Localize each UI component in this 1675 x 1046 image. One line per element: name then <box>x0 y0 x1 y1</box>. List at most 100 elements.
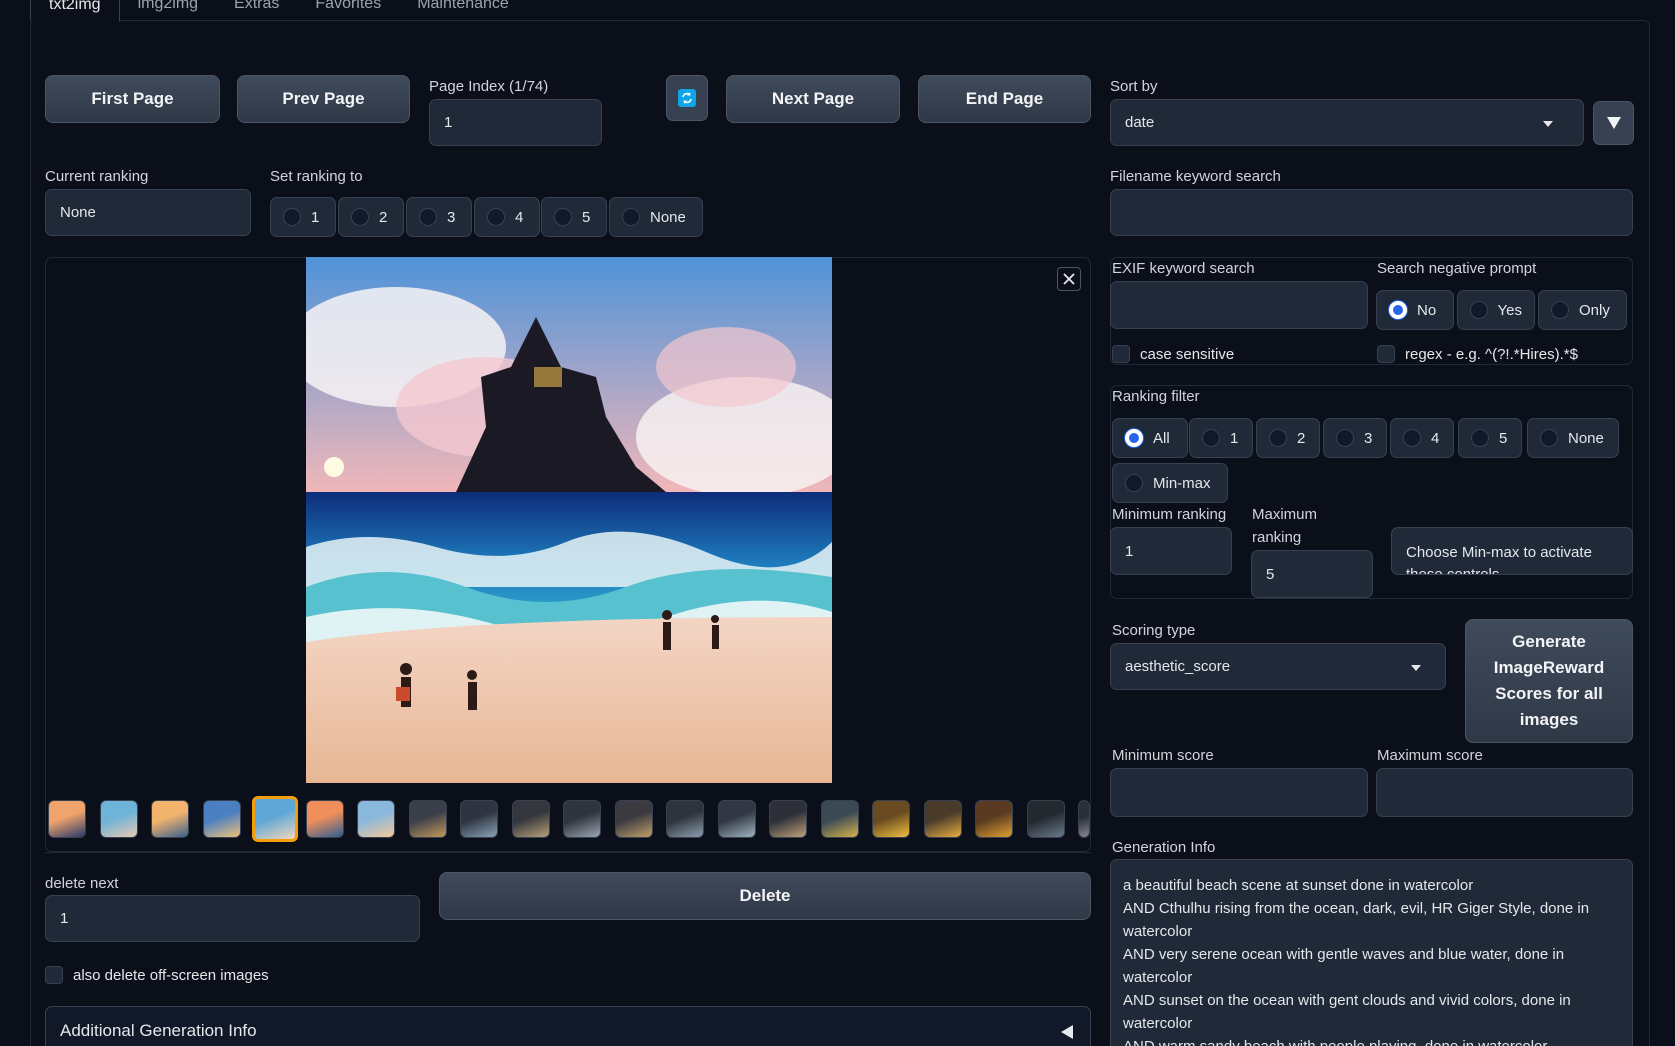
prev-page-button[interactable]: Prev Page <box>237 75 410 123</box>
gallery-thumbnail[interactable] <box>563 800 601 838</box>
tab-extras[interactable]: Extras <box>216 0 297 22</box>
gallery-thumbnail[interactable] <box>923 800 962 838</box>
min-ranking-label: Minimum ranking <box>1112 506 1227 523</box>
tab-bar: txt2img img2img Extras Favorites Mainten… <box>30 0 527 22</box>
ranking-filter-option[interactable]: Min-max <box>1112 463 1228 503</box>
delete-next-label: delete next <box>45 875 119 892</box>
end-page-button[interactable]: End Page <box>918 75 1091 123</box>
next-page-button[interactable]: Next Page <box>726 75 900 123</box>
generation-info-lines: a beautiful beach scene at sunset done i… <box>1123 874 1620 1046</box>
gallery-thumbnail[interactable] <box>408 800 447 838</box>
scoring-type-value: aesthetic_score <box>1125 658 1231 675</box>
option-label: 3 <box>1364 429 1373 447</box>
set-ranking-2[interactable]: 2 <box>338 197 404 237</box>
tab-img2img[interactable]: img2img <box>120 0 216 22</box>
refresh-button[interactable] <box>666 75 708 121</box>
tab-maintenance[interactable]: Maintenance <box>399 0 527 22</box>
scoring-type-select[interactable]: aesthetic_score <box>1110 643 1446 690</box>
set-ranking-4[interactable]: 4 <box>474 197 540 237</box>
gallery-thumbnail[interactable] <box>305 800 344 838</box>
gallery-thumbnail[interactable] <box>614 800 653 838</box>
ranking-filter-option[interactable]: All <box>1112 418 1188 458</box>
gallery-thumbnail[interactable] <box>151 800 189 838</box>
offscreen-checkbox[interactable]: also delete off-screen images <box>45 966 269 984</box>
first-page-button[interactable]: First Page <box>45 75 220 123</box>
gallery-thumbnail[interactable] <box>872 800 910 838</box>
neg-option-no[interactable]: No <box>1376 290 1454 330</box>
exif-search-input[interactable] <box>1110 281 1368 329</box>
gallery-thumbnail[interactable] <box>820 800 859 838</box>
gallery-thumbnail[interactable] <box>99 800 138 838</box>
regex-checkbox[interactable]: regex - e.g. ^(?!.*Hires).*$ <box>1377 345 1578 363</box>
filename-search-input[interactable] <box>1110 189 1633 236</box>
sort-direction-button[interactable] <box>1593 101 1634 145</box>
current-ranking-value: None <box>45 189 251 236</box>
option-label: 1 <box>311 208 320 226</box>
gallery-thumbnail[interactable] <box>48 800 86 838</box>
gallery-thumbnail[interactable] <box>460 800 498 838</box>
set-ranking-3[interactable]: 3 <box>406 197 472 237</box>
additional-info-accordion[interactable]: Additional Generation Info <box>45 1006 1091 1046</box>
neg-option-yes[interactable]: Yes <box>1457 290 1535 330</box>
gallery-thumbnail[interactable] <box>975 800 1013 838</box>
ranking-filter-option[interactable]: None <box>1527 418 1619 458</box>
generation-info-line: a beautiful beach scene at sunset done i… <box>1123 877 1474 894</box>
max-ranking-input[interactable]: 5 <box>1251 550 1373 598</box>
min-ranking-input[interactable]: 1 <box>1110 527 1232 575</box>
triangle-left-icon <box>1061 1025 1073 1039</box>
radio-icon <box>283 208 301 226</box>
generation-info-line: AND sunset on the ocean with gent clouds… <box>1123 992 1571 1009</box>
gallery-thumbnail[interactable] <box>252 796 298 842</box>
gallery-thumbnail[interactable] <box>357 800 395 838</box>
radio-icon <box>1540 429 1558 447</box>
gallery-thumbnail[interactable] <box>1026 800 1065 838</box>
gallery-thumbnail[interactable] <box>1078 800 1090 838</box>
generation-info-line: AND warm sandy beach with people playing… <box>1123 1035 1620 1046</box>
ranking-filter-option[interactable]: 1 <box>1189 418 1253 458</box>
delete-next-input[interactable]: 1 <box>45 895 420 942</box>
checkbox-box <box>1112 345 1130 363</box>
page-index-label: Page Index (1/74) <box>429 78 549 95</box>
generation-info-line: watercolor <box>1123 969 1193 986</box>
gallery-thumbnail[interactable] <box>769 800 807 838</box>
gallery-thumbnail[interactable] <box>511 800 550 838</box>
generation-info-text[interactable]: a beautiful beach scene at sunset done i… <box>1110 859 1633 1046</box>
radio-icon <box>1403 429 1421 447</box>
close-preview-button[interactable] <box>1057 267 1081 291</box>
radio-icon <box>1125 429 1143 447</box>
preview-image[interactable] <box>306 257 832 783</box>
delete-button[interactable]: Delete <box>439 872 1091 920</box>
ranking-filter-option[interactable]: 5 <box>1458 418 1522 458</box>
chevron-down-icon <box>1411 665 1421 671</box>
gallery-thumbnail[interactable] <box>666 800 704 838</box>
option-label: 2 <box>1297 429 1306 447</box>
neg-option-only[interactable]: Only <box>1538 290 1627 330</box>
radio-icon <box>554 208 572 226</box>
set-ranking-label: Set ranking to <box>270 168 363 185</box>
filename-search-label: Filename keyword search <box>1110 168 1281 185</box>
scoring-type-label: Scoring type <box>1112 622 1196 639</box>
ranking-filter-option[interactable]: 4 <box>1390 418 1454 458</box>
radio-icon <box>351 208 369 226</box>
option-label: 5 <box>1499 429 1508 447</box>
option-label: 4 <box>1431 429 1440 447</box>
set-ranking-1[interactable]: 1 <box>270 197 336 237</box>
max-score-input[interactable] <box>1376 768 1633 817</box>
generation-info-line: watercolor <box>1123 923 1193 940</box>
radio-icon <box>1202 429 1220 447</box>
gallery-thumbnail[interactable] <box>202 800 241 838</box>
ranking-filter-option[interactable]: 2 <box>1256 418 1320 458</box>
generate-scores-button[interactable]: Generate ImageReward Scores for all imag… <box>1465 619 1633 743</box>
radio-icon <box>487 208 505 226</box>
tab-txt2img[interactable]: txt2img <box>30 0 120 22</box>
gallery-thumbnail[interactable] <box>717 800 756 838</box>
min-score-input[interactable] <box>1110 768 1368 817</box>
case-sensitive-label: case sensitive <box>1140 345 1235 363</box>
set-ranking-5[interactable]: 5 <box>541 197 607 237</box>
ranking-filter-option[interactable]: 3 <box>1323 418 1387 458</box>
case-sensitive-checkbox[interactable]: case sensitive <box>1112 345 1234 363</box>
tab-favorites[interactable]: Favorites <box>297 0 399 22</box>
page-index-input[interactable]: 1 <box>429 99 602 146</box>
set-ranking-none[interactable]: None <box>609 197 703 237</box>
sort-select[interactable]: date <box>1110 99 1584 146</box>
